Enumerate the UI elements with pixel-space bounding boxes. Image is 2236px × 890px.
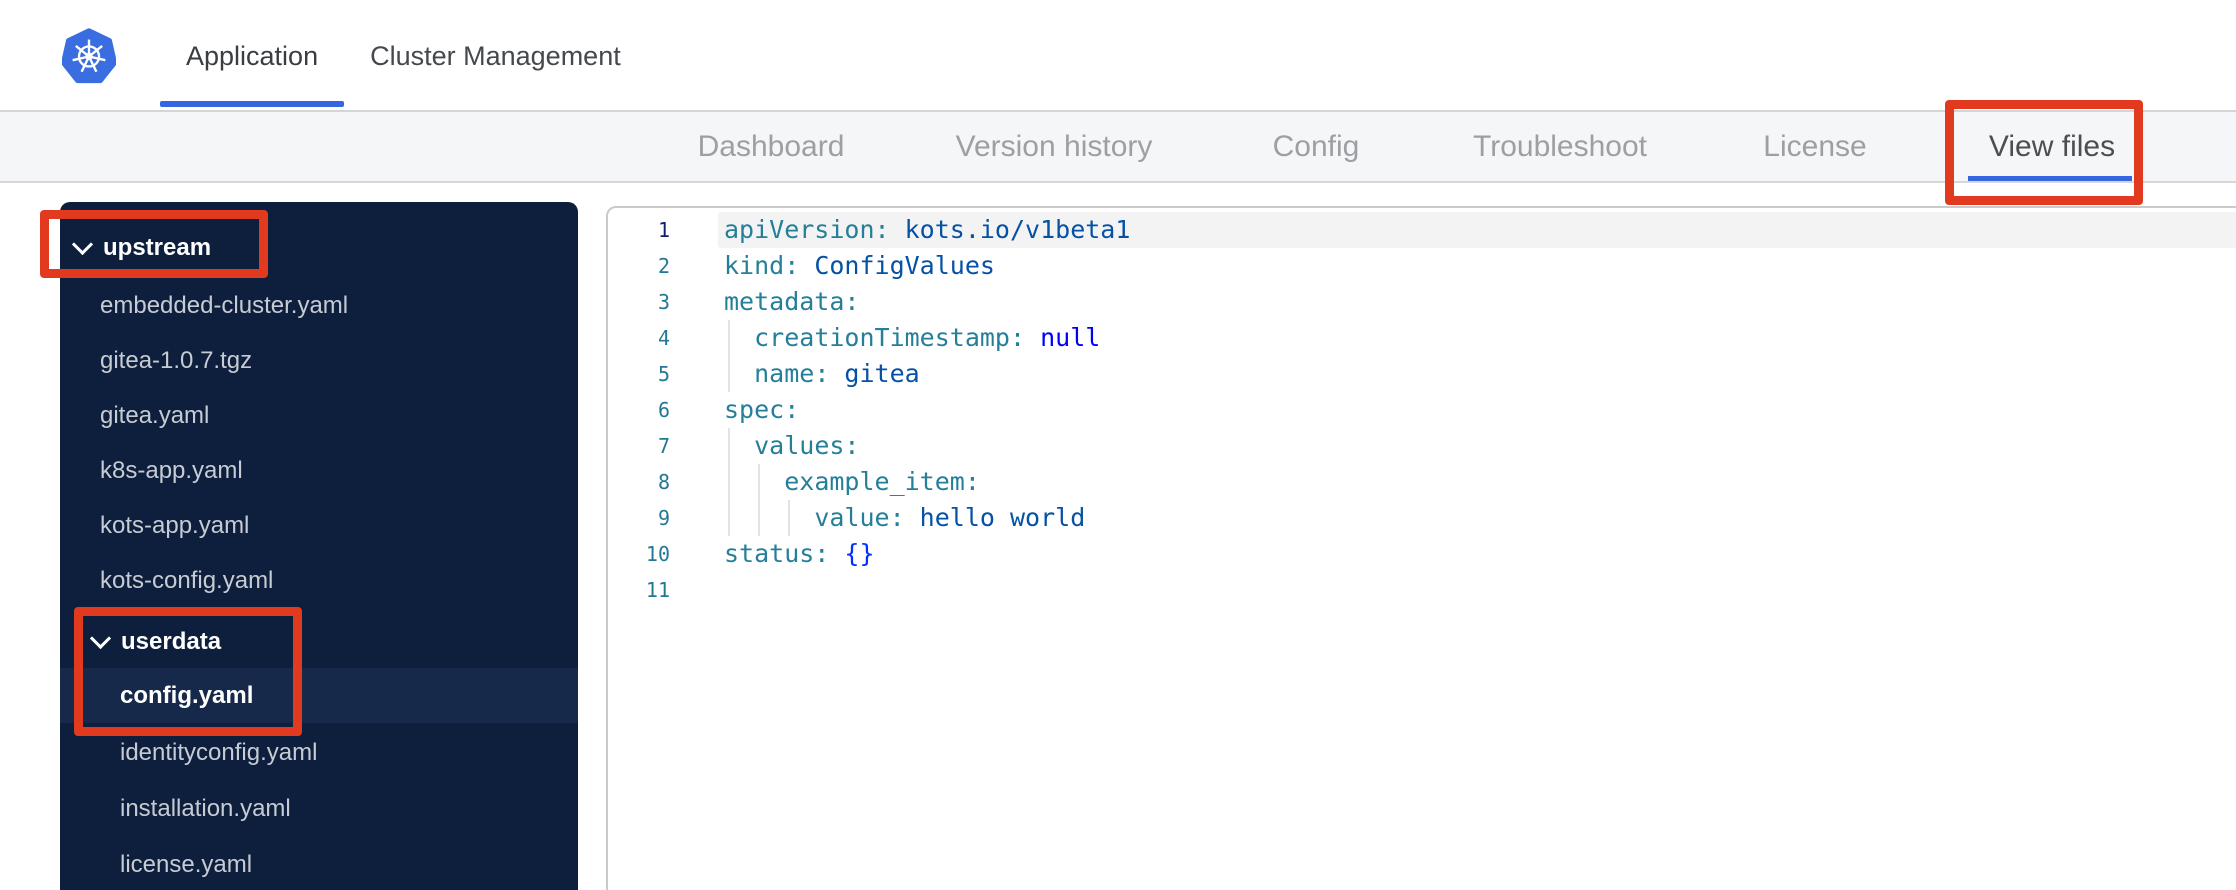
app-header: Application Cluster Management [0, 0, 2236, 112]
code-line-1: 1 apiVersion: kots.io/v1beta1 [608, 212, 2236, 248]
active-tab-underline [1968, 176, 2132, 181]
header-tab-label: Application [186, 40, 319, 71]
header-tabs: Application Cluster Management [160, 0, 647, 112]
file-name: kots-app.yaml [100, 511, 250, 539]
header-tab-cluster-management[interactable]: Cluster Management [344, 0, 647, 112]
code-text: creationTimestamp: null [754, 323, 1101, 352]
code-line-5: 5 name: gitea [608, 356, 2236, 392]
code-lines: 1 apiVersion: kots.io/v1beta1 2 kind: Confi… [608, 212, 2236, 608]
tree-file-license-yaml[interactable]: license.yaml [60, 837, 578, 890]
tree-file-kots-config-yaml[interactable]: kots-config.yaml [60, 553, 578, 608]
tree-file-kots-app-yaml[interactable]: kots-app.yaml [60, 498, 578, 553]
code-text: value: hello world [814, 503, 1086, 532]
code-line-7: 7 values: [608, 428, 2236, 464]
line-number: 5 [657, 362, 670, 386]
line-number: 2 [657, 254, 670, 278]
tree-folder-upstream[interactable]: upstream [60, 220, 578, 275]
file-name: config.yaml [120, 681, 254, 709]
tree-file-k8s-app-yaml[interactable]: k8s-app.yaml [60, 443, 578, 498]
line-number: 4 [657, 326, 670, 350]
subnav-tab-version-history[interactable]: Version history [956, 130, 1153, 164]
code-line-8: 8 example_item: [608, 464, 2236, 500]
code-text: values: [754, 431, 860, 460]
chevron-down-icon [89, 627, 112, 650]
file-tree-sidebar: upstream embedded-cluster.yaml gitea-1.0.7… [60, 202, 578, 890]
code-text: apiVersion: kots.io/v1beta1 [724, 215, 1131, 244]
file-viewer-editor[interactable]: 1 apiVersion: kots.io/v1beta1 2 kind: Confi… [606, 206, 2236, 890]
tree-file-installation-yaml[interactable]: installation.yaml [60, 781, 578, 836]
kubernetes-logo[interactable] [62, 28, 116, 86]
file-name: kots-config.yaml [100, 566, 274, 594]
line-number: 6 [657, 398, 670, 422]
file-name: installation.yaml [120, 794, 291, 822]
file-name: license.yaml [120, 850, 253, 878]
tree-file-gitea-yaml[interactable]: gitea.yaml [60, 388, 578, 443]
line-number: 7 [657, 434, 670, 458]
code-text: status: {} [724, 539, 875, 568]
code-text: kind: ConfigValues [724, 251, 995, 280]
file-name: gitea.yaml [100, 401, 210, 429]
code-line-10: 10 status: {} [608, 536, 2236, 572]
tree-file-embedded-cluster-yaml[interactable]: embedded-cluster.yaml [60, 278, 578, 333]
file-name: k8s-app.yaml [100, 456, 243, 484]
subnav-tab-license[interactable]: License [1763, 130, 1866, 164]
line-number: 9 [657, 506, 670, 530]
code-line-4: 4 creationTimestamp: null [608, 320, 2236, 356]
subnav-tab-dashboard[interactable]: Dashboard [698, 130, 845, 164]
line-number: 1 [657, 218, 670, 242]
subnav-tab-troubleshoot[interactable]: Troubleshoot [1473, 130, 1647, 164]
code-text: spec: [724, 395, 800, 424]
header-tab-label: Cluster Management [370, 40, 621, 71]
code-line-2: 2 kind: ConfigValues [608, 248, 2236, 284]
line-number: 8 [657, 470, 670, 494]
subnav-tab-view-files[interactable]: View files [1989, 130, 2115, 164]
line-number: 10 [645, 542, 670, 566]
file-name: gitea-1.0.7.tgz [100, 346, 253, 374]
line-number: 3 [657, 290, 670, 314]
folder-name: userdata [121, 627, 222, 655]
app-subnav: Dashboard Version history Config Troublesho… [0, 112, 2236, 183]
chevron-down-icon [71, 233, 94, 256]
kots-admin-console: Application Cluster Management Dashboard V… [0, 0, 2236, 890]
tree-folder-userdata[interactable]: userdata [60, 614, 578, 669]
subnav-tab-config[interactable]: Config [1273, 130, 1360, 164]
code-line-9: 9 value: hello world [608, 500, 2236, 536]
tree-file-config-yaml[interactable]: config.yaml [60, 668, 578, 723]
code-text: metadata: [724, 287, 860, 316]
folder-name: upstream [103, 233, 212, 261]
code-text: name: gitea [754, 359, 920, 388]
active-header-tab-underline [160, 101, 345, 107]
header-tab-application[interactable]: Application [160, 0, 345, 112]
tree-file-gitea-1-0-7-tgz[interactable]: gitea-1.0.7.tgz [60, 333, 578, 388]
file-name: identityconfig.yaml [120, 738, 318, 766]
line-number: 11 [645, 578, 670, 602]
code-line-6: 6 spec: [608, 392, 2236, 428]
tree-file-identityconfig-yaml[interactable]: identityconfig.yaml [60, 725, 578, 780]
file-name: embedded-cluster.yaml [100, 291, 349, 319]
code-text: example_item: [784, 467, 980, 496]
code-line-3: 3 metadata: [608, 284, 2236, 320]
code-line-11: 11 [608, 572, 2236, 608]
